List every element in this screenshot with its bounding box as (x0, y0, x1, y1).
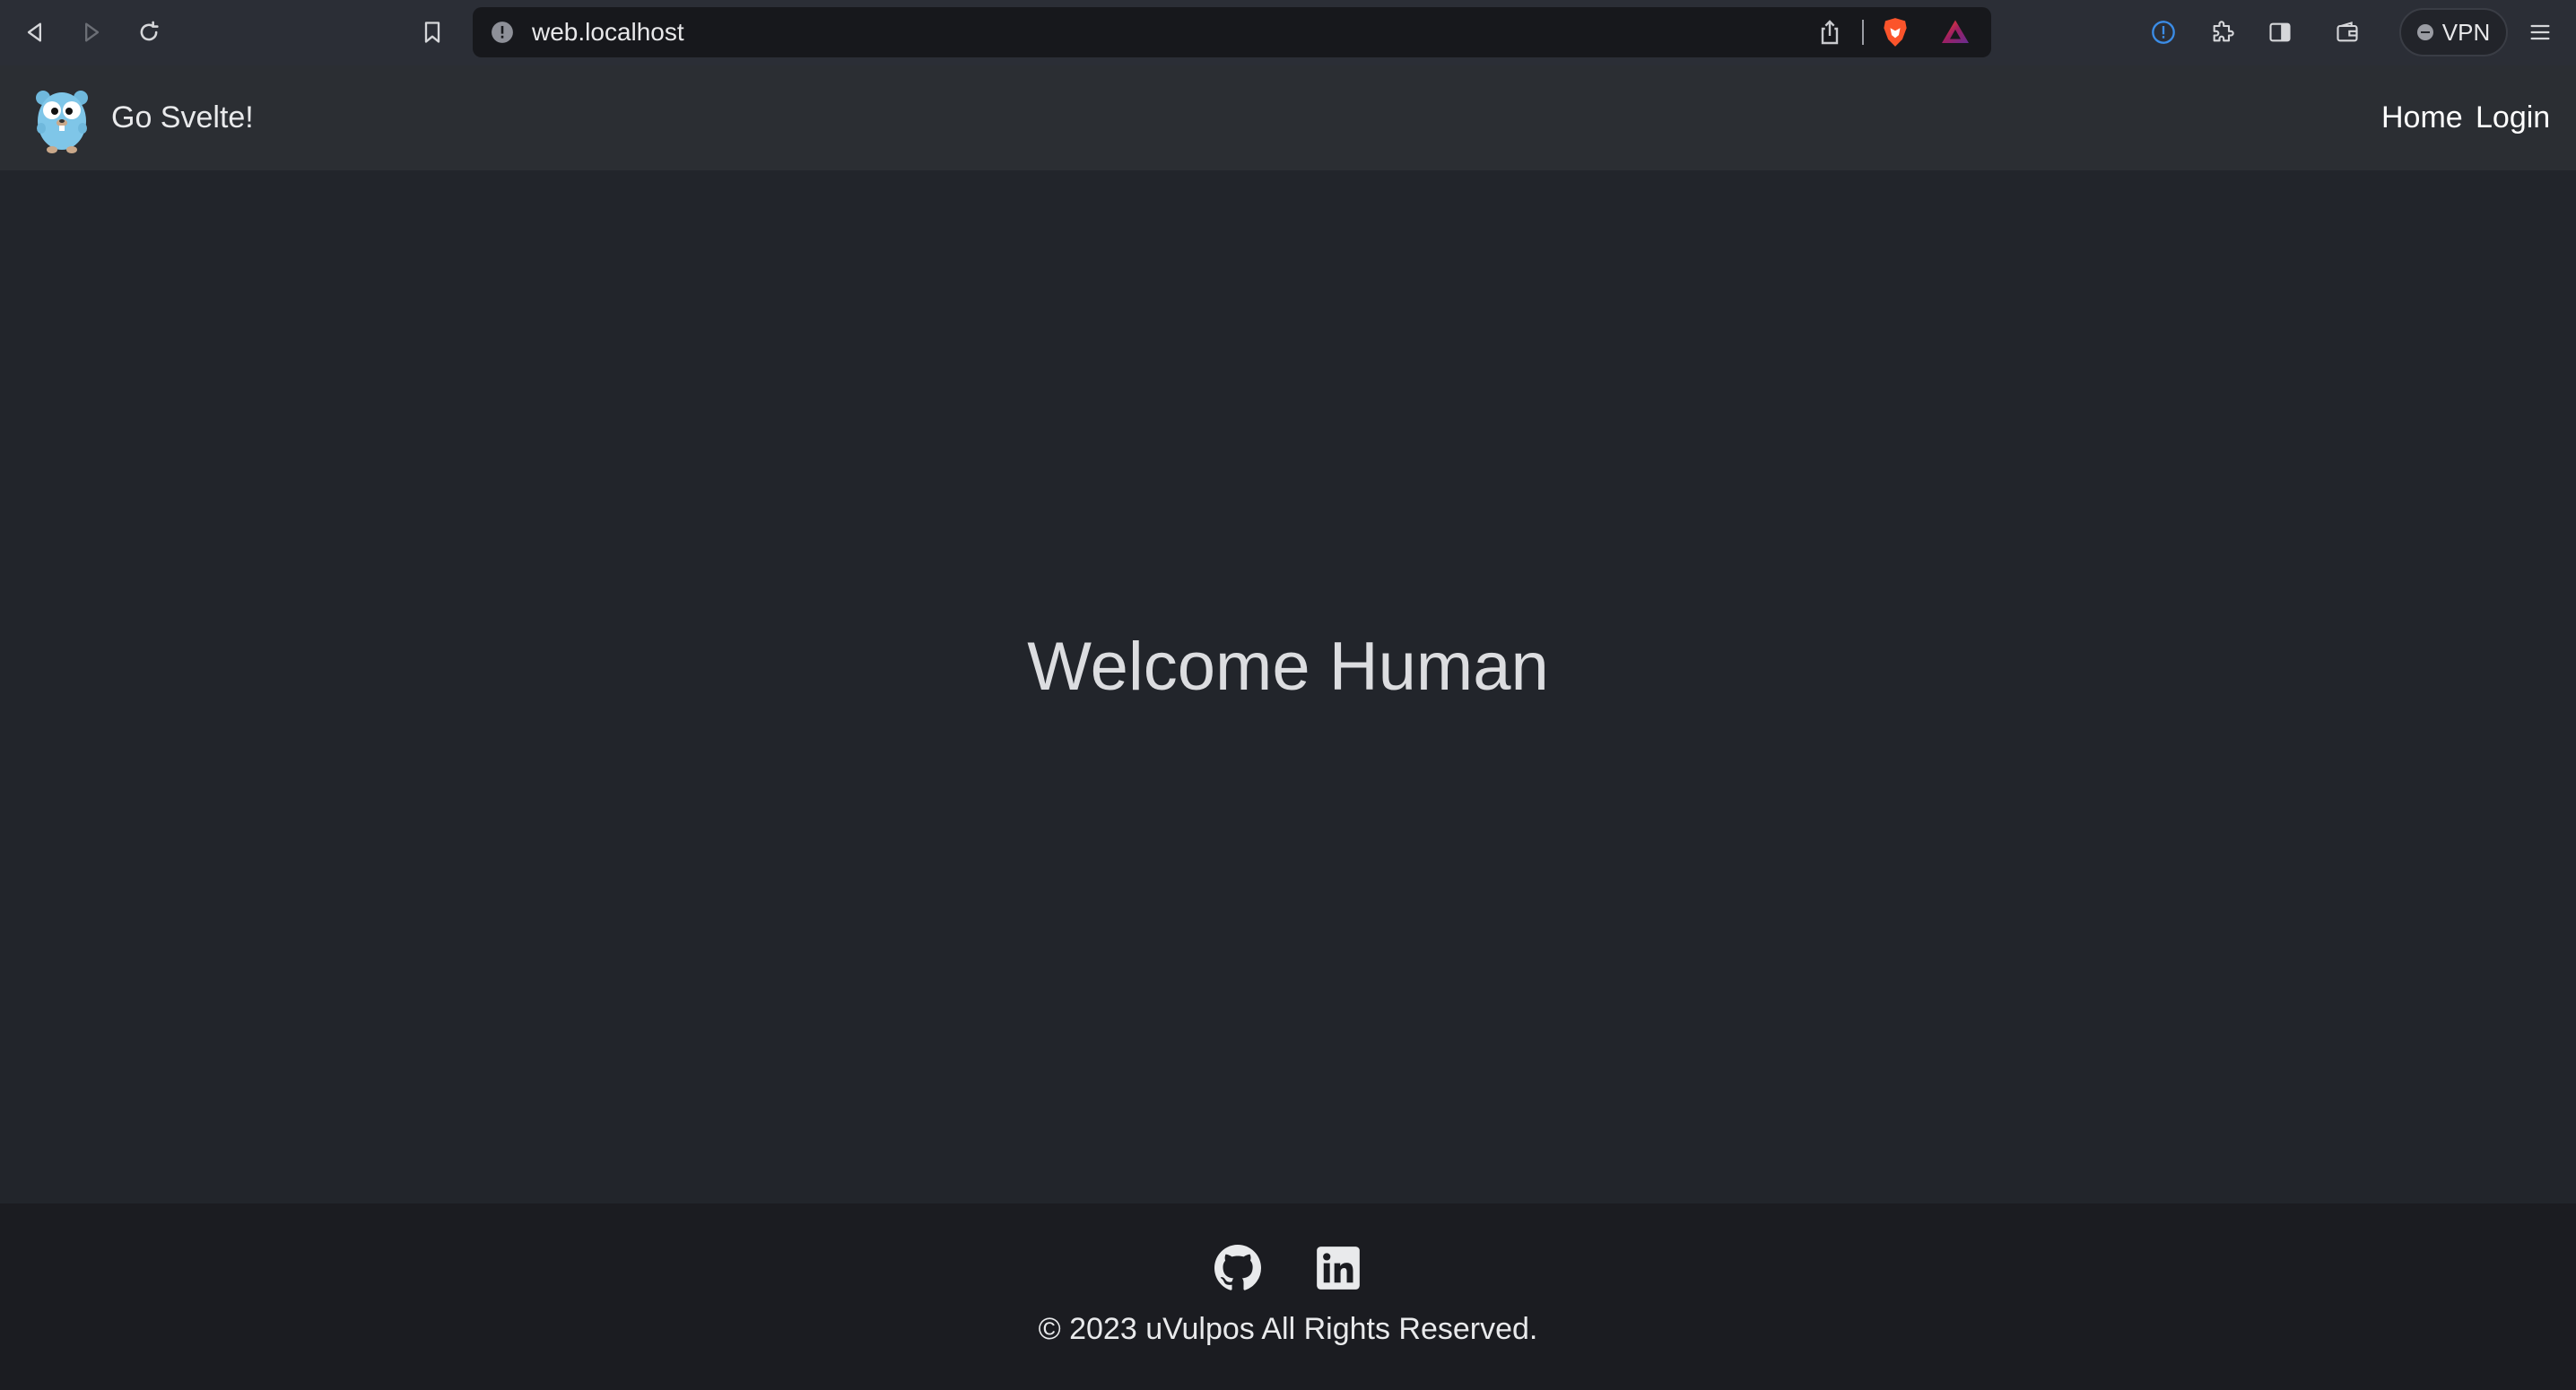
menu-icon[interactable] (2522, 14, 2558, 50)
copyright-text: © 2023 uVulpos All Rights Reserved. (1038, 1312, 1538, 1346)
main-content: Welcome Human (0, 170, 2576, 1203)
vpn-status-icon (2416, 24, 2433, 40)
forward-icon[interactable] (74, 14, 109, 50)
address-bar[interactable]: web.localhost (473, 7, 1991, 57)
browser-toolbar: web.localhost VPN (0, 0, 2576, 65)
vpn-button[interactable]: VPN (2399, 8, 2508, 56)
nav-link-home[interactable]: Home (2381, 65, 2463, 170)
share-icon[interactable] (1815, 18, 1844, 47)
site-footer: © 2023 uVulpos All Rights Reserved. (0, 1203, 2576, 1390)
linkedin-icon[interactable] (1315, 1245, 1362, 1291)
extensions-icon[interactable] (2205, 14, 2241, 50)
sidebar-icon[interactable] (2262, 14, 2298, 50)
vpn-label: VPN (2441, 18, 2491, 46)
password-manager-icon[interactable] (2145, 14, 2181, 50)
site-info-icon[interactable] (491, 21, 514, 44)
url-text[interactable]: web.localhost (532, 7, 684, 57)
github-icon[interactable] (1214, 1245, 1261, 1291)
wallet-icon[interactable] (2329, 14, 2365, 50)
welcome-heading: Welcome Human (1027, 629, 1549, 705)
address-divider (1862, 20, 1864, 45)
brave-shields-icon[interactable] (1878, 15, 1912, 49)
bookmark-icon[interactable] (414, 14, 450, 50)
back-icon[interactable] (17, 14, 53, 50)
brand-name[interactable]: Go Svelte! (111, 65, 254, 170)
nav-link-login[interactable]: Login (2476, 65, 2550, 170)
reload-icon[interactable] (131, 14, 167, 50)
gopher-logo-icon[interactable] (30, 83, 93, 155)
site-navbar: Go Svelte! Home Login (0, 65, 2576, 170)
brave-rewards-icon[interactable] (1938, 16, 1972, 48)
